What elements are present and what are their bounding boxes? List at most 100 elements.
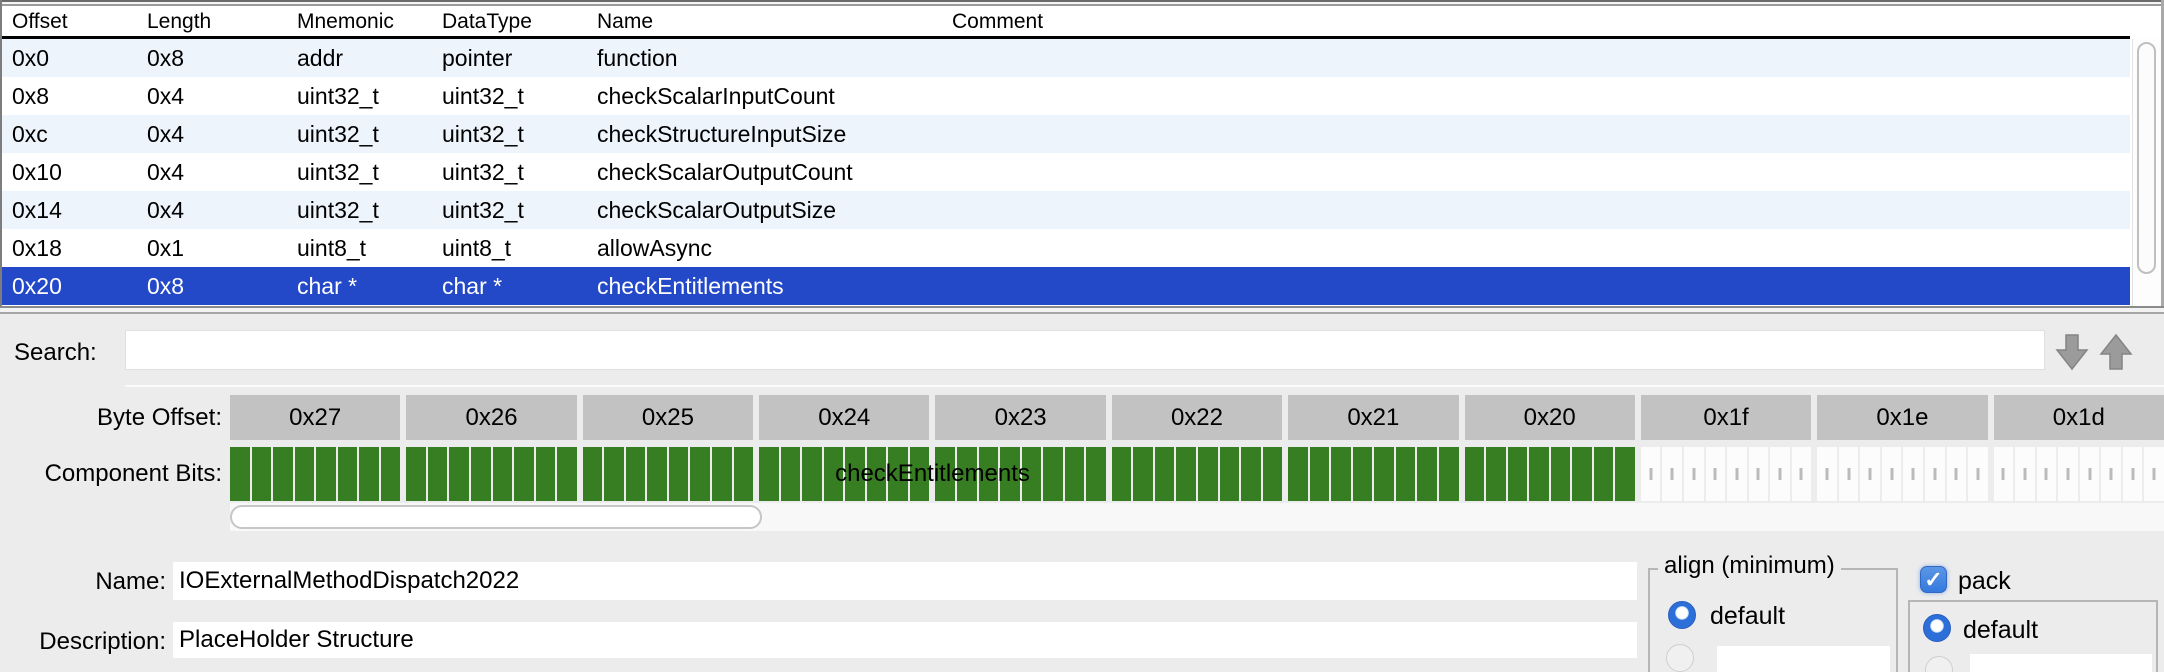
byte-offset-cell[interactable]: 0x22 [1112, 395, 1282, 440]
pack-default-radio[interactable] [1923, 614, 1951, 642]
column-header-offset[interactable]: Offset [2, 10, 137, 34]
byte-offset-cell[interactable]: 0x24 [759, 395, 929, 440]
bit-cell[interactable] [1615, 447, 1635, 501]
bit-cell[interactable] [1706, 447, 1726, 501]
bit-cell[interactable] [1331, 447, 1351, 501]
search-next-icon[interactable] [2054, 332, 2090, 372]
column-header-length[interactable]: Length [137, 10, 287, 34]
table-row[interactable]: 0x80x4uint32_tuint32_tcheckScalarInputCo… [2, 77, 2130, 115]
bit-cell[interactable] [669, 447, 689, 501]
bit-cell[interactable] [1994, 447, 2014, 501]
column-header-datatype[interactable]: DataType [432, 10, 587, 34]
table-row[interactable]: 0x00x8addrpointerfunction [2, 39, 2130, 77]
bit-cell[interactable] [1529, 447, 1549, 501]
column-header-comment[interactable]: Comment [942, 10, 2130, 34]
bit-cell[interactable] [2080, 447, 2100, 501]
byte-offset-cell[interactable]: 0x1e [1817, 395, 1987, 440]
bit-cell[interactable] [888, 447, 908, 501]
bit-cell[interactable] [1220, 447, 1240, 501]
bit-cell[interactable] [604, 447, 624, 501]
table-row[interactable]: 0x100x4uint32_tuint32_tcheckScalarOutput… [2, 153, 2130, 191]
bit-cell[interactable] [2058, 447, 2078, 501]
bit-cell[interactable] [2101, 447, 2121, 501]
bit-cell[interactable] [935, 447, 955, 501]
bit-cell[interactable] [1968, 447, 1988, 501]
bit-cell[interactable] [759, 447, 779, 501]
bit-cell[interactable] [824, 447, 844, 501]
bit-cell[interactable] [1374, 447, 1394, 501]
pack-custom-value-field[interactable] [1970, 654, 2152, 672]
bit-cell[interactable] [1572, 447, 1592, 501]
bit-cell[interactable] [1155, 447, 1175, 501]
bit-cell[interactable] [1439, 447, 1459, 501]
bit-cell[interactable] [1551, 447, 1571, 501]
bit-cell[interactable] [1263, 447, 1283, 501]
bit-cell[interactable] [626, 447, 646, 501]
bit-cell[interactable] [1417, 447, 1437, 501]
bit-cell[interactable] [1727, 447, 1747, 501]
bit-cell[interactable] [1860, 447, 1880, 501]
bit-cell[interactable] [316, 447, 336, 501]
bit-cell[interactable] [1839, 447, 1859, 501]
bit-cell[interactable] [1749, 447, 1769, 501]
byte-offset-cell[interactable]: 0x21 [1288, 395, 1458, 440]
bit-cell[interactable] [1396, 447, 1416, 501]
bits-horizontal-scrollbar[interactable] [230, 503, 2164, 531]
table-vertical-scrollbar[interactable] [2132, 39, 2161, 306]
bit-cell[interactable] [1508, 447, 1528, 501]
align-custom-radio[interactable] [1666, 644, 1694, 672]
horizontal-scrollbar-thumb[interactable] [230, 505, 762, 529]
description-field[interactable] [173, 622, 1637, 658]
bit-cell[interactable] [979, 447, 999, 501]
bit-cell[interactable] [2123, 447, 2143, 501]
bit-cell[interactable] [1353, 447, 1373, 501]
bit-cell[interactable] [449, 447, 469, 501]
bit-cell[interactable] [230, 447, 250, 501]
bit-cell[interactable] [957, 447, 977, 501]
bit-cell[interactable] [690, 447, 710, 501]
byte-offset-cell[interactable]: 0x25 [583, 395, 753, 440]
bit-cell[interactable] [1133, 447, 1153, 501]
bit-cell[interactable] [1288, 447, 1308, 501]
bit-cell[interactable] [1594, 447, 1614, 501]
bit-cell[interactable] [910, 447, 930, 501]
byte-offset-cell[interactable]: 0x20 [1465, 395, 1635, 440]
bit-cell[interactable] [1176, 447, 1196, 501]
byte-offset-cell[interactable]: 0x23 [935, 395, 1105, 440]
bit-cell[interactable] [1903, 447, 1923, 501]
bit-cell[interactable] [536, 447, 556, 501]
bit-cell[interactable] [1112, 447, 1132, 501]
align-custom-value-field[interactable] [1717, 646, 1890, 672]
bit-cell[interactable] [845, 447, 865, 501]
bit-cell[interactable] [2015, 447, 2035, 501]
bit-cell[interactable] [557, 447, 577, 501]
column-header-name[interactable]: Name [587, 10, 942, 34]
bit-cell[interactable] [381, 447, 401, 501]
bit-cell[interactable] [338, 447, 358, 501]
bit-cell[interactable] [1310, 447, 1330, 501]
bit-cell[interactable] [802, 447, 822, 501]
bit-cell[interactable] [295, 447, 315, 501]
bit-cell[interactable] [712, 447, 732, 501]
search-previous-icon[interactable] [2098, 332, 2134, 372]
bit-cell[interactable] [1925, 447, 1945, 501]
bit-cell[interactable] [1947, 447, 1967, 501]
bit-cell[interactable] [471, 447, 491, 501]
table-row[interactable]: 0x200x8char *char *checkEntitlements [2, 267, 2130, 305]
bit-cell[interactable] [1241, 447, 1261, 501]
bit-cell[interactable] [1043, 447, 1063, 501]
byte-offset-cell[interactable]: 0x1d [1994, 395, 2164, 440]
byte-offset-cell[interactable]: 0x1f [1641, 395, 1811, 440]
bit-cell[interactable] [1792, 447, 1812, 501]
bit-cell[interactable] [493, 447, 513, 501]
bit-cell[interactable] [2144, 447, 2164, 501]
bit-cell[interactable] [1882, 447, 1902, 501]
bit-cell[interactable] [1065, 447, 1085, 501]
bit-cell[interactable] [1662, 447, 1682, 501]
table-row[interactable]: 0x180x1uint8_tuint8_tallowAsync [2, 229, 2130, 267]
bit-cell[interactable] [781, 447, 801, 501]
bit-cell[interactable] [734, 447, 754, 501]
table-row[interactable]: 0xc0x4uint32_tuint32_tcheckStructureInpu… [2, 115, 2130, 153]
table-row[interactable]: 0x140x4uint32_tuint32_tcheckScalarOutput… [2, 191, 2130, 229]
bit-cell[interactable] [1086, 447, 1106, 501]
